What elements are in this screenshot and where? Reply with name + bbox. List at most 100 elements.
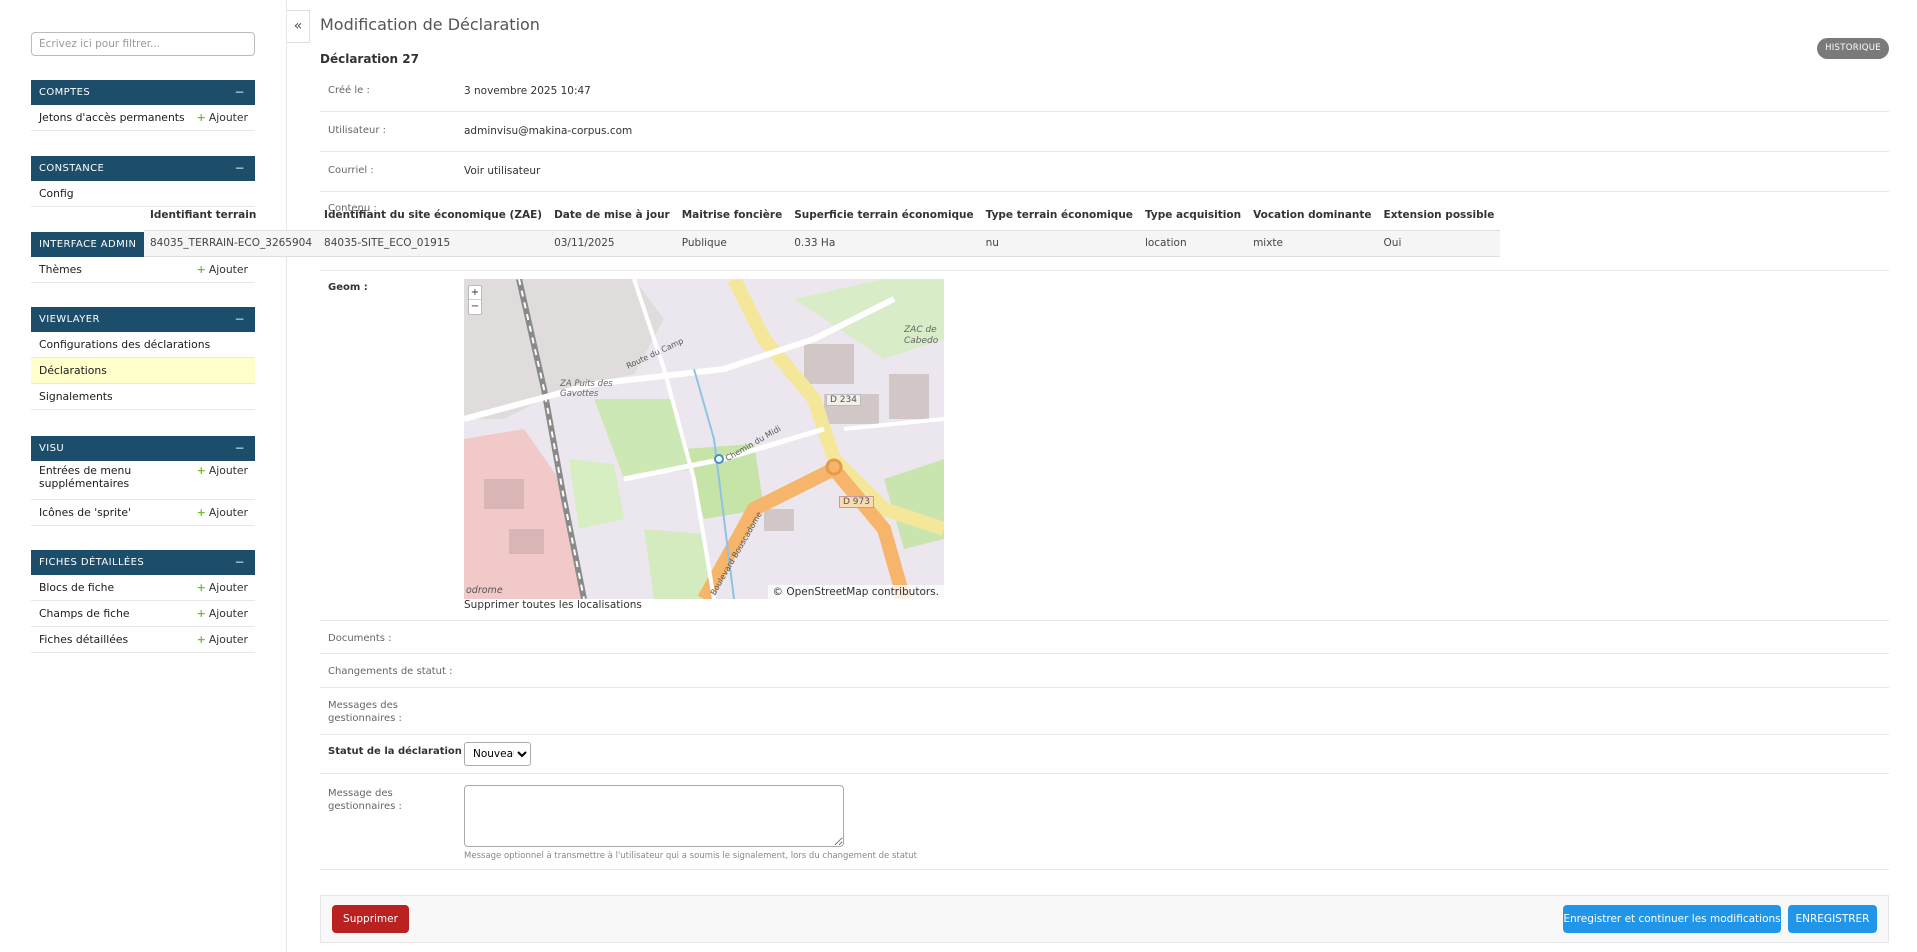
sidebar-filter-input[interactable] <box>31 32 255 56</box>
delete-button[interactable]: Supprimer <box>332 905 409 933</box>
add-link[interactable]: + Ajouter <box>197 506 248 519</box>
col-header: Vocation dominante <box>1253 208 1372 221</box>
col-header: Maitrise foncière <box>681 208 783 221</box>
add-link[interactable]: + Ajouter <box>197 581 248 594</box>
add-link[interactable]: + Ajouter <box>197 111 248 124</box>
content-table: Identifiant terrain Identifiant du site … <box>144 200 1501 257</box>
collapse-icon[interactable]: − <box>235 436 245 461</box>
manager-message-label: Message des gestionnaires : <box>328 788 402 812</box>
map-label-za: ZA Puits des Gavottes <box>560 379 613 399</box>
module-title: INTERFACE ADMIN <box>39 239 137 250</box>
collapse-icon[interactable]: − <box>235 550 245 575</box>
add-label: Ajouter <box>208 111 248 124</box>
sidebar-item-icones-sprite[interactable]: Icônes de 'sprite' + Ajouter <box>31 500 255 526</box>
zoom-out-button[interactable]: − <box>469 300 481 314</box>
sidebar-item-label[interactable]: Config <box>39 187 74 200</box>
sidebar-item-label[interactable]: Thèmes <box>39 263 82 276</box>
table-cell: location <box>1138 229 1248 257</box>
add-link[interactable]: + Ajouter <box>197 263 248 276</box>
map-label-aerodrome: odrome <box>466 585 503 596</box>
email-label: Courriel : <box>328 165 374 176</box>
add-link[interactable]: + Ajouter <box>197 464 248 477</box>
user-label: Utilisateur : <box>328 125 386 136</box>
remove-locations-link[interactable]: Supprimer toutes les localisations <box>464 599 642 611</box>
add-label: Ajouter <box>208 581 248 594</box>
sidebar-item-label[interactable]: Blocs de fiche <box>39 581 114 594</box>
sidebar-item-signalements[interactable]: Signalements <box>31 384 255 410</box>
user-value: adminvisu@makina-corpus.com <box>464 125 633 137</box>
sidebar-item-label[interactable]: Déclarations <box>39 364 107 377</box>
module-header-viewlayer[interactable]: VIEWLAYER − <box>31 307 255 332</box>
zoom-in-button[interactable]: + <box>469 286 481 300</box>
sidebar-item-label[interactable]: Icônes de 'sprite' <box>39 506 131 519</box>
add-label: Ajouter <box>208 607 248 620</box>
manager-message-textarea[interactable] <box>464 785 844 847</box>
row-email: Courriel : Voir utilisateur <box>320 152 1889 192</box>
add-label: Ajouter <box>208 506 248 519</box>
map-widget[interactable]: D 234 D 973 ZAC de Cabedo ZA Puits des G… <box>464 279 944 599</box>
sidebar-item-jetons[interactable]: Jetons d'accès permanents + Ajouter <box>31 105 255 131</box>
map-label-zac: ZAC de Cabedo <box>904 325 939 346</box>
sidebar-item-fiches-detaillees[interactable]: Fiches détaillées + Ajouter <box>31 627 255 653</box>
table-cell: 0.33 Ha <box>788 229 980 257</box>
col-header: Identifiant terrain <box>150 208 257 221</box>
module-header-comptes[interactable]: COMPTES − <box>31 80 255 105</box>
module-visu: VISU − Entrées de menu supplémentaires + A… <box>31 436 255 526</box>
sidebar-item-label[interactable]: Signalements <box>39 390 113 403</box>
sidebar-item-label[interactable]: Configurations des déclarations <box>39 338 210 351</box>
sidebar-item-label[interactable]: Jetons d'accès permanents <box>39 111 185 124</box>
osm-link[interactable]: © OpenStreetMap <box>773 586 869 598</box>
page-title: Modification de Déclaration <box>320 15 540 34</box>
collapse-icon[interactable]: − <box>235 156 245 181</box>
sidebar-item-label[interactable]: Entrées de menu supplémentaires <box>39 464 179 490</box>
col-header: Extension possible <box>1383 208 1495 221</box>
history-button[interactable]: HISTORIQUE <box>1817 38 1889 59</box>
module-header-constance[interactable]: CONSTANCE − <box>31 156 255 181</box>
manager-message-help: Message optionnel à transmettre à l'util… <box>464 851 917 861</box>
add-link[interactable]: + Ajouter <box>197 633 248 646</box>
table-row: 84035_TERRAIN-ECO_3265904 84035-SITE_ECO… <box>144 229 1501 257</box>
add-label: Ajouter <box>208 464 248 477</box>
collapse-icon[interactable]: − <box>235 80 245 105</box>
add-link[interactable]: + Ajouter <box>197 607 248 620</box>
object-title: Déclaration 27 <box>320 52 419 66</box>
plus-icon: + <box>196 607 206 620</box>
module-comptes: COMPTES − Jetons d'accès permanents + Ajou… <box>31 80 255 131</box>
row-user: Utilisateur : adminvisu@makina-corpus.co… <box>320 112 1889 152</box>
module-title: VISU <box>39 443 65 454</box>
collapse-icon[interactable]: − <box>235 307 245 332</box>
save-button[interactable]: ENREGISTRER <box>1788 905 1877 933</box>
map-attribution: © OpenStreetMap contributors. <box>767 585 944 599</box>
table-cell: Publique <box>675 229 789 257</box>
map-label-d234: D 234 <box>826 394 861 406</box>
col-header: Superficie terrain économique <box>794 208 974 221</box>
view-user-link[interactable]: Voir utilisateur <box>464 165 540 177</box>
sidebar: COMPTES− Jetons d'accès permanents +Ajou… <box>0 0 287 952</box>
sidebar-item-champs-fiche[interactable]: Champs de fiche + Ajouter <box>31 601 255 627</box>
sidebar-item-configurations[interactable]: Configurations des déclarations <box>31 332 255 358</box>
sidebar-item-declarations[interactable]: Déclarations <box>31 358 255 384</box>
manager-messages-label: Messages des gestionnaires : <box>328 700 402 724</box>
status-select[interactable]: Nouveau <box>464 742 531 766</box>
row-manager-messages: Messages des gestionnaires : <box>320 688 1889 735</box>
col-header: Type terrain économique <box>985 208 1133 221</box>
map-tiles[interactable] <box>464 279 944 599</box>
plus-icon: + <box>196 633 206 646</box>
module-title: COMPTES <box>39 87 91 98</box>
col-header: Type acquisition <box>1144 208 1242 221</box>
col-header: Identifiant du site économique (ZAE) <box>324 208 543 221</box>
save-continue-button[interactable]: Enregistrer et continuer les modificatio… <box>1563 905 1781 933</box>
sidebar-item-blocs-fiche[interactable]: Blocs de fiche + Ajouter <box>31 575 255 601</box>
plus-icon: + <box>196 464 206 477</box>
table-header-row: Identifiant terrain Identifiant du site … <box>144 200 1500 230</box>
module-viewlayer: VIEWLAYER − Configurations des déclaratio… <box>31 307 255 410</box>
module-header-fiches[interactable]: FICHES DÉTAILLÉES − <box>31 550 255 575</box>
sidebar-item-label[interactable]: Champs de fiche <box>39 607 130 620</box>
module-header-visu[interactable]: VISU − <box>31 436 255 461</box>
collapse-sidebar-icon[interactable]: « <box>287 10 310 43</box>
plus-icon: + <box>196 506 206 519</box>
sidebar-item-entrees-menu[interactable]: Entrées de menu supplémentaires + Ajouter <box>31 461 255 500</box>
sidebar-item-label[interactable]: Fiches détaillées <box>39 633 128 646</box>
created-label: Créé le : <box>328 85 370 96</box>
sidebar-item-themes[interactable]: Thèmes + Ajouter <box>31 257 255 283</box>
